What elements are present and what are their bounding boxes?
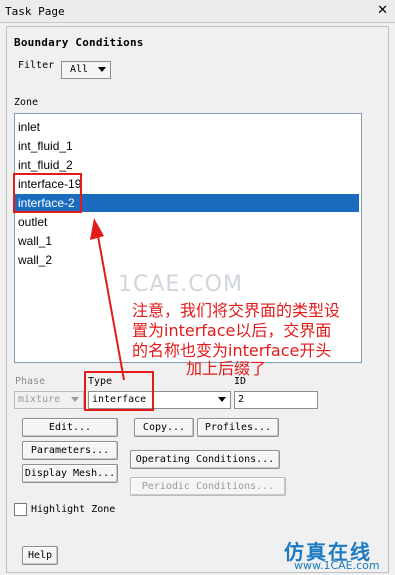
arrow-line bbox=[97, 235, 125, 381]
phase-dropdown[interactable]: mixture bbox=[14, 391, 84, 409]
phase-label: Phase bbox=[15, 376, 46, 387]
id-field[interactable]: 2 bbox=[234, 391, 318, 409]
phase-value: mixture bbox=[18, 394, 61, 405]
periodic-conditions-button[interactable]: Periodic Conditions... bbox=[130, 477, 286, 496]
display-mesh-button[interactable]: Display Mesh... bbox=[22, 464, 118, 483]
annotation-line-4: 加上后缀了 bbox=[186, 359, 267, 378]
edit-button[interactable]: Edit... bbox=[22, 418, 118, 437]
highlight-box-type bbox=[84, 371, 154, 411]
operating-conditions-button[interactable]: Operating Conditions... bbox=[130, 450, 280, 469]
highlight-zone-label: Highlight Zone bbox=[31, 504, 116, 515]
copy-button[interactable]: Copy... bbox=[134, 418, 194, 437]
brand-url: www.1CAE.com bbox=[294, 559, 380, 572]
profiles-button[interactable]: Profiles... bbox=[197, 418, 279, 437]
arrow-head-icon bbox=[90, 218, 104, 240]
highlight-zone-checkbox[interactable] bbox=[14, 503, 27, 516]
id-label: ID bbox=[234, 376, 247, 387]
help-button[interactable]: Help bbox=[22, 546, 58, 565]
chevron-down-icon bbox=[218, 397, 226, 402]
chevron-down-icon bbox=[71, 397, 79, 402]
parameters-button[interactable]: Parameters... bbox=[22, 441, 118, 460]
id-value: 2 bbox=[238, 394, 245, 405]
annotation-line-1: 注意，我们将交界面的类型设 bbox=[132, 301, 341, 320]
annotation-line-2: 置为interface以后，交界面 bbox=[132, 321, 332, 340]
